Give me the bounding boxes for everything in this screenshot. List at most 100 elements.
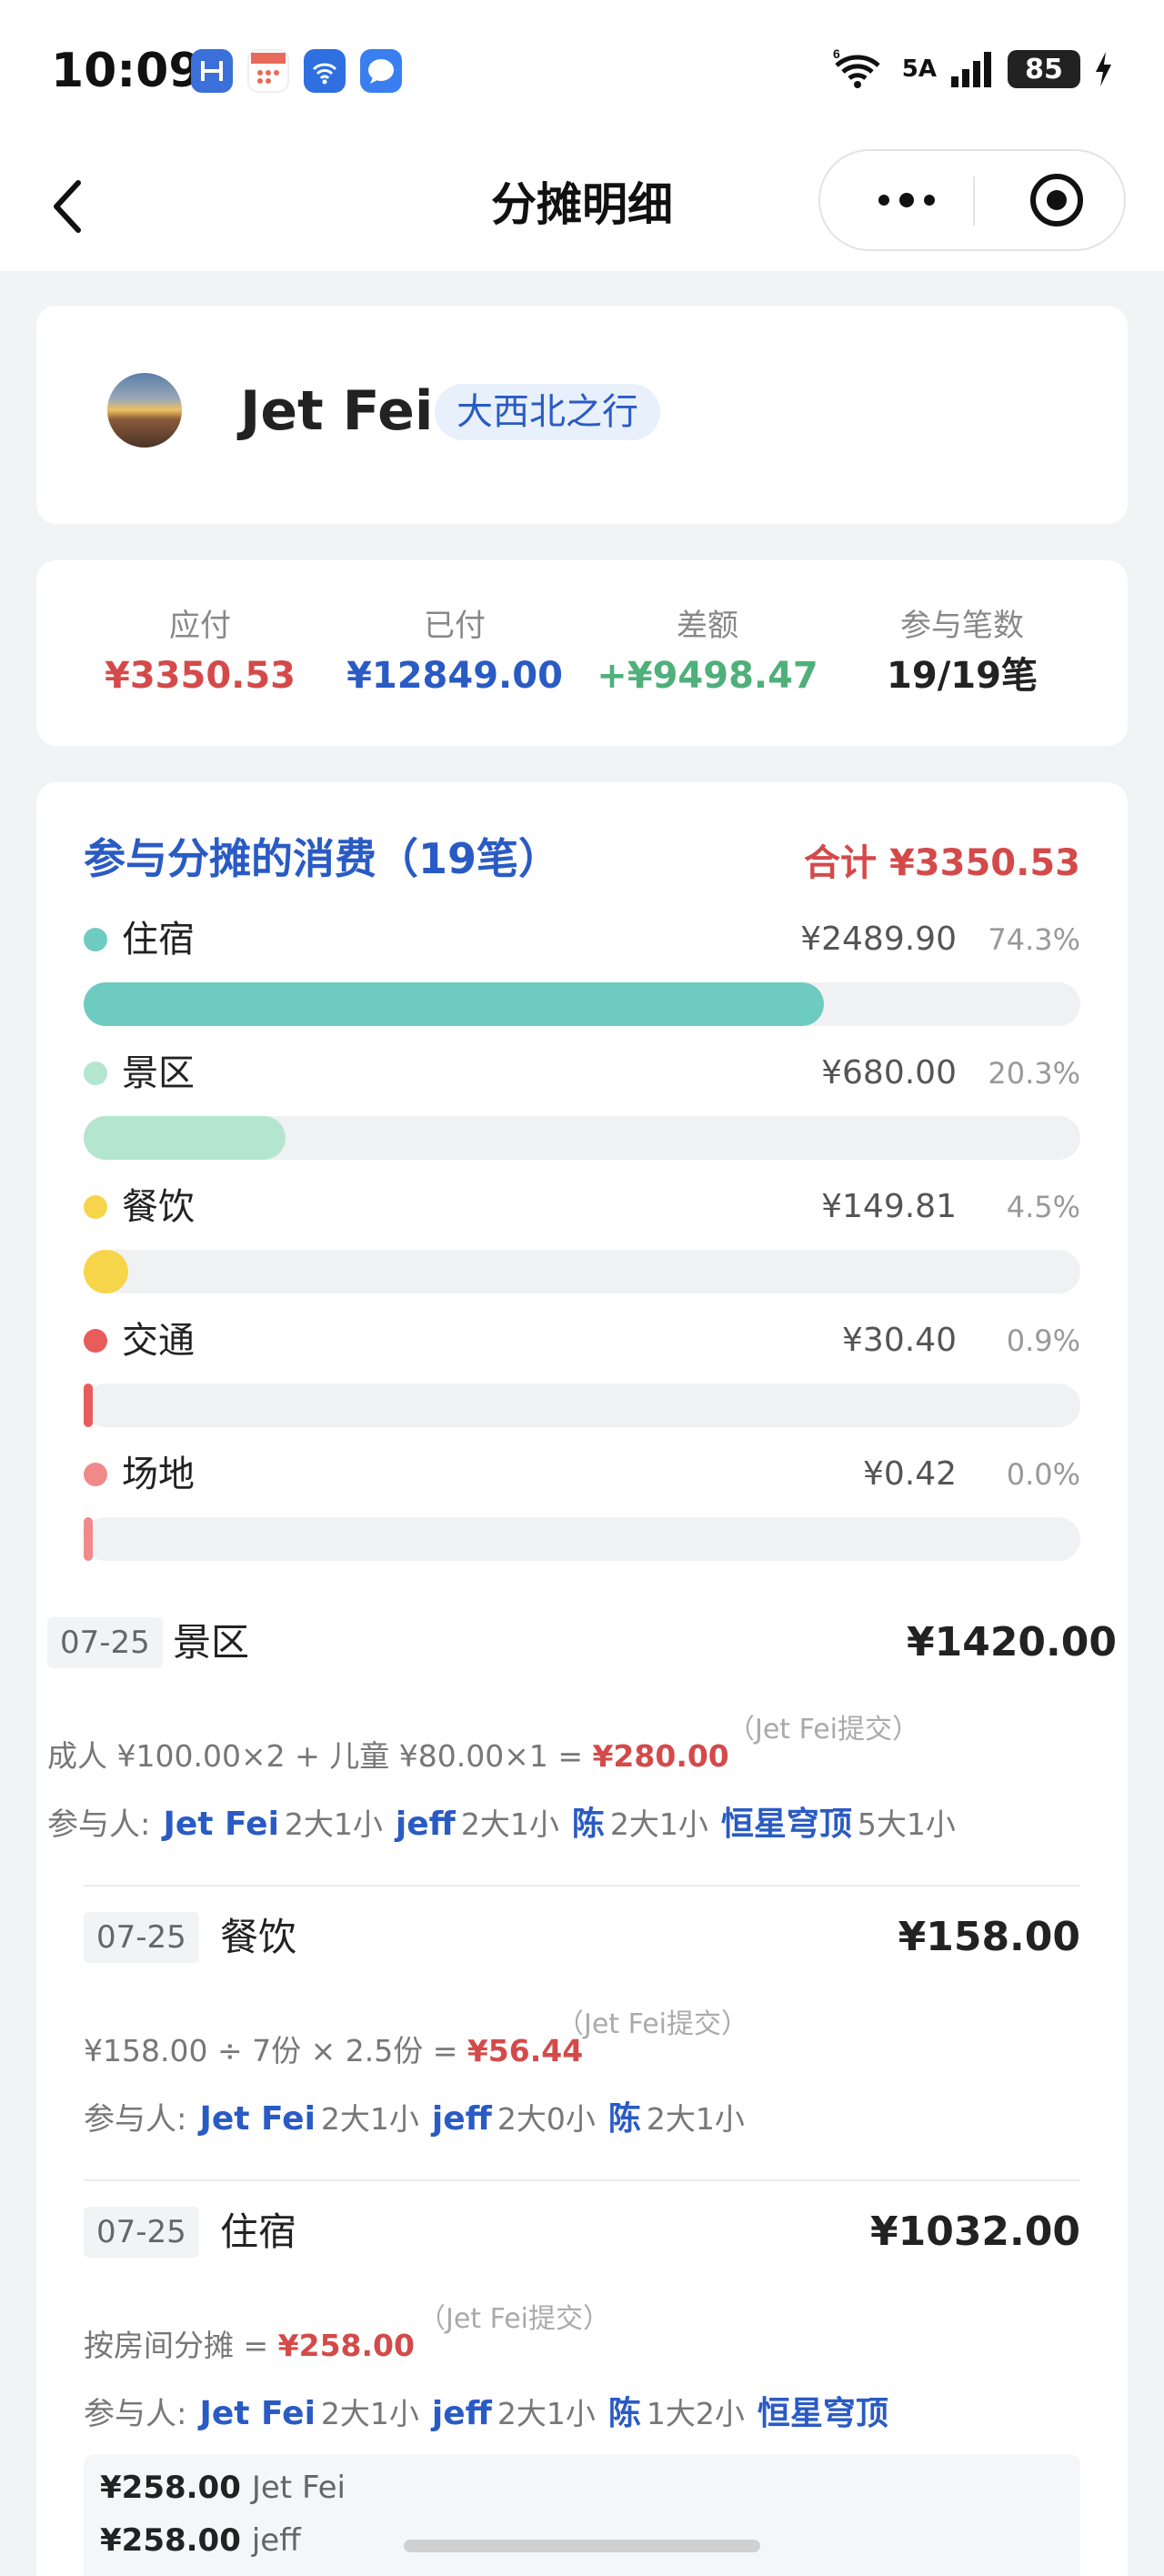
calendar-app-icon [247,49,289,93]
room-split-box: ¥258.00 Jet Fei ¥258.00 jeff [84,2454,1080,2576]
status-time: 10:09 [51,44,202,98]
expense-formula: 按房间分摊 = ¥258.00 [84,2323,415,2369]
category-amount: ¥30.40 [842,1322,957,1359]
stat-label: 已付 [424,608,486,644]
participant-name[interactable]: jeff [432,2094,492,2145]
category-dot [84,1463,107,1486]
category-dot [84,1062,107,1085]
profile-card: Jet Fei 大西北之行 [36,306,1128,524]
section-total: 合计 ¥3350.53 [804,842,1080,884]
participant-name[interactable]: 陈 [572,1799,605,1850]
participant-name[interactable]: 陈 [608,2389,641,2440]
summary-card: 应付 ¥3350.53 已付 ¥12849.00 差额 +¥9498.47 参与… [36,560,1128,746]
category-amount: ¥680.00 [821,1054,957,1092]
expense-participants: 参与人: Jet Fei 2大1小 jeff 2大1小 陈 1大2小 恒星穹顶 [84,2389,888,2440]
category-percent: 4.5% [1006,1190,1080,1224]
category-percent: 74.3% [988,922,1080,957]
expense-category: 住宿 [220,2209,297,2254]
participant-name[interactable]: Jet Fei [199,2094,315,2145]
participants-label: 参与人: [84,2101,187,2138]
battery-indicator: 85 [1008,50,1080,88]
stat-value: +¥9498.47 [597,655,818,697]
close-mini-program-button[interactable] [1011,151,1102,249]
category-bar-track [84,1517,1080,1561]
category-name: 住宿 [122,919,195,961]
category-row-dining[interactable]: 餐饮 ¥149.81 4.5% [84,1177,1080,1304]
room-split-person: jeff [251,2522,301,2559]
category-row-scenic[interactable]: 景区 ¥680.00 20.3% [84,1043,1080,1171]
participant-count: 2大1小 [284,1806,383,1842]
category-bar-fill [84,1116,286,1160]
wifi-signal-icon: 6 [833,47,880,88]
svg-text:6: 6 [833,47,840,61]
target-close-icon [1030,174,1083,226]
divider [84,1885,1080,1887]
message-app-icon [360,49,402,93]
expense-total: ¥1420.00 [906,1619,1117,1665]
trip-tag[interactable]: 大西北之行 [435,384,660,440]
more-dots-icon [878,193,935,207]
room-split-row: ¥258.00 jeff [100,2516,301,2565]
stat-difference: 差额 +¥9498.47 [571,604,844,704]
expense-formula: ¥158.00 ÷ 7份 × 2.5份 = ¥56.44 [84,2028,583,2074]
stat-value: ¥12849.00 [346,655,563,697]
participant-count: 2大1小 [609,1806,708,1842]
avatar[interactable] [107,373,182,448]
participant-count: 2大1小 [320,2101,419,2137]
capsule-divider [973,176,975,226]
hyper-app-icon [191,49,233,93]
room-split-person: Jet Fei [251,2470,346,2506]
status-right: 6 5A 85 [831,47,1113,91]
stat-value: ¥3350.53 [104,655,296,697]
category-bar-fill [84,1517,93,1561]
category-percent: 20.3% [988,1056,1080,1091]
home-indicator [404,2540,760,2552]
participants-label: 参与人: [84,2396,187,2432]
mini-program-capsule [818,149,1126,251]
stat-value: 19/19笔 [887,655,1038,697]
category-amount: ¥0.42 [862,1455,957,1493]
category-bar-track [84,1116,1080,1160]
category-bar-track [84,1384,1080,1427]
participant-count: 2大1小 [646,2101,745,2137]
participant-name[interactable]: jeff [432,2389,492,2440]
participant-name[interactable]: 恒星穹顶 [758,2389,888,2440]
category-percent: 0.9% [1006,1323,1080,1358]
category-bar-track [84,982,1080,1026]
participant-name[interactable]: Jet Fei [199,2389,315,2440]
formula-share: ¥280.00 [592,1738,729,1774]
participant-name[interactable]: jeff [396,1799,456,1850]
room-split-amount: ¥258.00 [100,2522,241,2559]
category-row-venue[interactable]: 场地 ¥0.42 0.0% [84,1444,1080,1572]
category-row-transport[interactable]: 交通 ¥30.40 0.9% [84,1311,1080,1438]
category-dot [84,1329,107,1353]
room-split-amount: ¥258.00 [100,2470,241,2506]
expense-date: 07-25 [47,1617,163,1668]
expense-participants: 参与人: Jet Fei 2大1小 jeff 2大0小 陈 2大1小 [84,2094,745,2145]
user-name: Jet Fei [240,379,434,443]
more-button[interactable] [857,151,957,249]
stat-count: 参与笔数 19/19笔 [826,604,1099,704]
expense-total: ¥1032.00 [869,2209,1080,2255]
expense-date: 07-25 [84,2207,199,2258]
stat-label: 差额 [677,608,738,644]
stat-label: 应付 [169,608,231,644]
participant-count: 5大1小 [857,1806,956,1842]
wifi-app-icon [304,49,346,93]
formula-text: ¥158.00 ÷ 7份 × 2.5份 = [84,2033,467,2068]
room-split-row: ¥258.00 Jet Fei [100,2463,346,2512]
category-row-lodging[interactable]: 住宿 ¥2489.90 74.3% [84,910,1080,1037]
divider [84,2179,1080,2181]
expense-submitter: （Jet Fei提交） [418,2303,611,2335]
expense-formula: 成人 ¥100.00×2 + 儿童 ¥80.00×1 = ¥280.00 [47,1734,729,1779]
expense-category: 景区 [173,1620,250,1665]
participant-name[interactable]: Jet Fei [163,1799,278,1850]
category-amount: ¥2489.90 [800,921,957,958]
participant-name[interactable]: 陈 [608,2094,641,2145]
formula-text: 成人 ¥100.00×2 + 儿童 ¥80.00×1 = [47,1738,593,1774]
expense-total: ¥158.00 [898,1914,1080,1960]
participant-name[interactable]: 恒星穹顶 [721,1799,852,1850]
nav-bar: 分摊明细 [0,146,1164,271]
formula-text: 按房间分摊 = [84,2328,278,2363]
status-bar: 10:09 6 5A 85 [0,0,1164,146]
